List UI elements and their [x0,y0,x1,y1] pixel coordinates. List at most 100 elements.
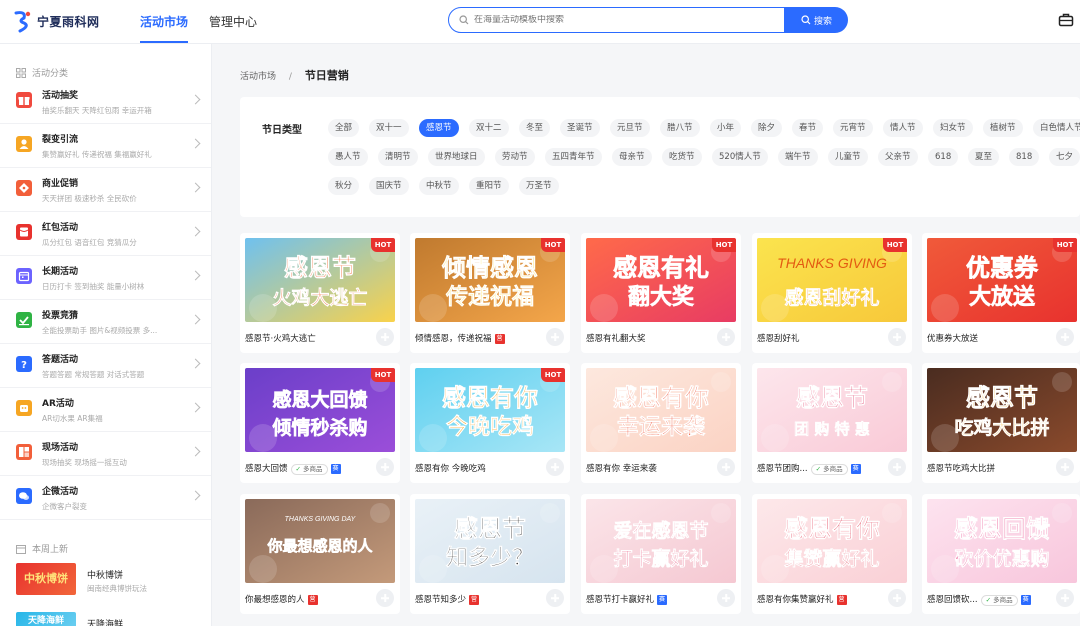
festival-chip[interactable]: 父亲节 [878,148,918,166]
add-template-button[interactable] [717,458,735,476]
template-card[interactable]: THANKS GIVING DAY 你最想感恩的人 你最想感恩的人营 [240,494,400,614]
card-thumbnail[interactable]: 感恩有你 今晚吃鸡 HOT [415,368,565,452]
festival-chip[interactable]: 夏至 [968,148,1000,166]
sidebar-category-1[interactable]: 活动抽奖 抽奖乐翻天 天降红包雨 幸运开箱 [0,80,211,124]
card-thumbnail[interactable]: THANKS GIVING 感恩刮好礼 HOT [757,238,907,322]
brand-logo[interactable]: 宁夏雨科网 [12,9,100,33]
add-template-button[interactable] [546,458,564,476]
festival-chip[interactable]: 劳动节 [495,148,535,166]
add-template-button[interactable] [376,328,394,346]
template-card[interactable]: 感恩节 火鸡大逃亡 HOT 感恩节·火鸡大逃亡 [240,233,400,353]
festival-chip[interactable]: 吃货节 [662,148,702,166]
sidebar-category-5[interactable]: 长期活动 日历打卡 签到抽奖 能量小树林 [0,256,211,300]
template-card[interactable]: THANKS GIVING 感恩刮好礼 HOT 感恩刮好礼 [752,233,912,353]
festival-chip[interactable]: 清明节 [378,148,418,166]
festival-chip[interactable]: 冬至 [519,119,551,137]
festival-chip[interactable]: 儿童节 [828,148,868,166]
card-thumbnail[interactable]: 感恩回馈 砍价优惠购 [927,499,1077,583]
festival-chip[interactable]: 520情人节 [712,148,768,166]
template-card[interactable]: 感恩有你 今晚吃鸡 HOT 感恩有你 今晚吃鸡 [410,363,570,483]
festival-chip[interactable]: 母亲节 [612,148,652,166]
card-thumbnail[interactable]: 感恩节 知多少？ [415,499,565,583]
add-template-button[interactable] [1056,458,1074,476]
festival-chip[interactable]: 小年 [710,119,742,137]
festival-chip[interactable]: 白色情人节 [1033,119,1080,137]
festival-chip[interactable]: 万圣节 [519,177,559,195]
add-template-button[interactable] [546,328,564,346]
festival-chip[interactable]: 除夕 [751,119,783,137]
card-thumbnail[interactable]: THANKS GIVING DAY 你最想感恩的人 [245,499,395,583]
week-item-seafood[interactable]: 天降海鲜 天降海鲜 [16,612,206,626]
tab-management-center[interactable]: 管理中心 [209,13,257,30]
tab-activity-market[interactable]: 活动市场 [132,13,196,43]
search-input[interactable] [474,15,764,25]
sidebar-category-8[interactable]: AR活动 AR切水果 AR集福 [0,388,211,432]
breadcrumb-root[interactable]: 活动市场 [240,72,276,82]
festival-chip[interactable]: 元宵节 [833,119,873,137]
add-template-button[interactable] [546,589,564,607]
sidebar-category-6[interactable]: 投票竞猜 全能投票助手 图片&视频投票 多... [0,300,211,344]
card-thumbnail[interactable]: 优惠券 大放送 HOT [927,238,1077,322]
festival-chip[interactable]: 双十一 [369,119,409,137]
template-card[interactable]: 倾情感恩 传递祝福 HOT 倾情感恩，传递祝福营 [410,233,570,353]
add-template-button[interactable] [376,589,394,607]
card-thumbnail[interactable]: 感恩节团 购 特 惠 [757,368,907,452]
add-template-button[interactable] [717,589,735,607]
card-thumbnail[interactable]: 感恩节 火鸡大逃亡 HOT [245,238,395,322]
add-template-button[interactable] [888,328,906,346]
festival-chip[interactable]: 双十二 [469,119,509,137]
festival-chip[interactable]: 端午节 [778,148,818,166]
card-thumbnail[interactable]: 感恩有你 幸运来袭 [586,368,736,452]
festival-chip[interactable]: 春节 [792,119,824,137]
festival-chip[interactable]: 妇女节 [933,119,973,137]
sidebar-category-7[interactable]: ? 答题活动 答题答题 常规答题 对话式答题 [0,344,211,388]
template-card[interactable]: 优惠券 大放送 HOT 优惠券大放送 [922,233,1080,353]
template-card[interactable]: 感恩有你 集赞赢好礼 感恩有你集赞赢好礼营 [752,494,912,614]
sidebar-category-2[interactable]: 裂变引流 集赞赢好礼 传递祝福 集福赢好礼 [0,124,211,168]
week-item-mid-autumn-dice[interactable]: 中秋博饼 中秋博饼 闽南经典博饼玩法 [16,563,206,597]
sidebar-category-3[interactable]: 商业促销 天天拼团 极速秒杀 全民砍价 [0,168,211,212]
sidebar-category-4[interactable]: 红包活动 瓜分红包 语音红包 竞猜瓜分 [0,212,211,256]
card-thumbnail[interactable]: 感恩有礼 翻大奖 HOT [586,238,736,322]
card-thumbnail[interactable]: 感恩大回馈 倾情秒杀购 HOT [245,368,395,452]
festival-chip[interactable]: 圣诞节 [560,119,600,137]
template-card[interactable]: 感恩有礼 翻大奖 HOT 感恩有礼翻大奖 [581,233,741,353]
add-template-button[interactable] [1056,589,1074,607]
festival-chip[interactable]: 七夕 [1049,148,1080,166]
festival-chip[interactable]: 国庆节 [369,177,409,195]
festival-chip[interactable]: 818 [1009,148,1040,166]
add-template-button[interactable] [717,328,735,346]
card-thumbnail[interactable]: 倾情感恩 传递祝福 HOT [415,238,565,322]
add-template-button[interactable] [888,458,906,476]
add-template-button[interactable] [888,589,906,607]
card-thumbnail[interactable]: 感恩有你 集赞赢好礼 [757,499,907,583]
briefcase-icon[interactable] [1058,12,1074,28]
template-card[interactable]: 感恩大回馈 倾情秒杀购 HOT 感恩大回馈 ✓ 多商品赛 [240,363,400,483]
festival-chip[interactable]: 全部 [328,119,360,137]
festival-chip[interactable]: 秋分 [328,177,360,195]
template-card[interactable]: 感恩节 知多少？ 感恩节知多少营 [410,494,570,614]
festival-chip[interactable]: 世界地球日 [428,148,485,166]
festival-chip[interactable]: 腊八节 [660,119,700,137]
template-card[interactable]: 感恩节团 购 特 惠感恩节团购... ✓ 多商品赛 [752,363,912,483]
festival-chip[interactable]: 情人节 [883,119,923,137]
festival-chip[interactable]: 五四青年节 [545,148,602,166]
festival-chip[interactable]: 618 [928,148,959,166]
sidebar-category-9[interactable]: 现场活动 现场抽奖 现场摇一摇互动 [0,432,211,476]
festival-chip[interactable]: 感恩节 [419,119,459,137]
festival-chip[interactable]: 愚人节 [328,148,368,166]
add-template-button[interactable] [1056,328,1074,346]
festival-chip[interactable]: 植树节 [983,119,1023,137]
card-thumbnail[interactable]: 爱在感恩节 打卡赢好礼 [586,499,736,583]
template-card[interactable]: 爱在感恩节 打卡赢好礼 感恩节打卡赢好礼赛 [581,494,741,614]
template-card[interactable]: 感恩节 吃鸡大比拼 感恩节吃鸡大比拼 [922,363,1080,483]
card-thumbnail[interactable]: 感恩节 吃鸡大比拼 [927,368,1077,452]
sidebar-category-10[interactable]: 企微活动 企微客户裂变 [0,476,211,520]
template-card[interactable]: 感恩回馈 砍价优惠购 感恩回馈砍... ✓ 多商品赛 [922,494,1080,614]
festival-chip[interactable]: 重阳节 [469,177,509,195]
festival-chip[interactable]: 中秋节 [419,177,459,195]
festival-chip[interactable]: 元旦节 [610,119,650,137]
add-template-button[interactable] [376,458,394,476]
search-button[interactable]: 搜索 [785,7,848,33]
template-card[interactable]: 感恩有你 幸运来袭 感恩有你 幸运来袭 [581,363,741,483]
